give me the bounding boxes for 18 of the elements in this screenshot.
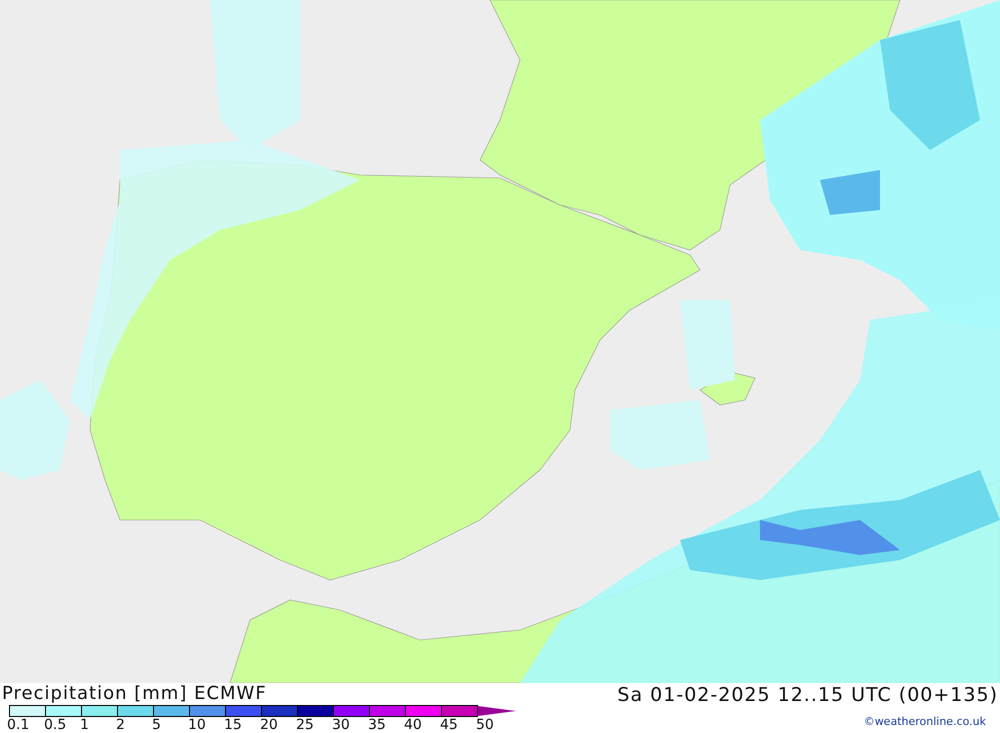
legend-arrow-icon (478, 706, 516, 716)
valid-time: Sa 01-02-2025 12..15 UTC (00+135) (617, 683, 998, 707)
map-title: Precipitation [mm] ECMWF (1, 683, 268, 705)
legend-label: 25 (296, 717, 314, 733)
legend-label: 0.5 (44, 717, 66, 733)
legend-label: 1 (80, 717, 89, 733)
legend-label: 45 (440, 717, 458, 733)
legend-label: 0.1 (7, 717, 30, 733)
credit-text: ©weatheronline.co.uk (864, 715, 987, 728)
legend-label: 50 (476, 717, 494, 733)
legend-label: 15 (224, 717, 242, 733)
legend-label: 5 (152, 717, 161, 733)
legend-label: 40 (404, 717, 422, 733)
legend-label: 30 (332, 717, 350, 733)
legend-label: 10 (188, 717, 206, 733)
legend-label: 35 (368, 717, 386, 733)
legend-label: 2 (116, 717, 125, 733)
legend-label: 20 (260, 717, 278, 733)
